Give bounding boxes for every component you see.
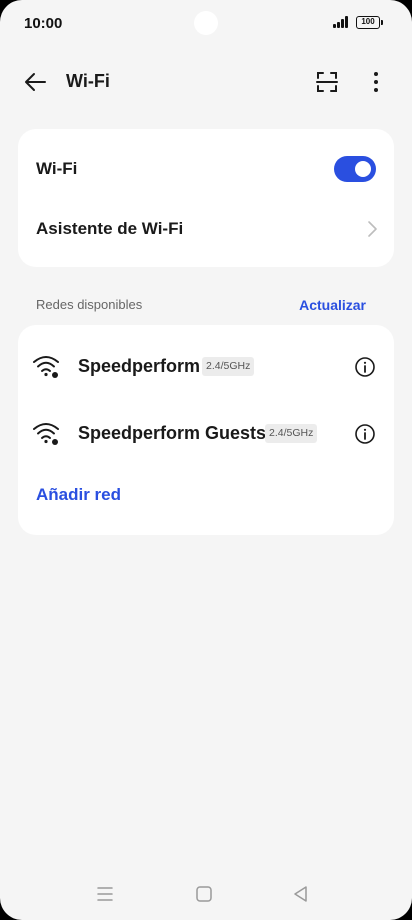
front-camera-cutout <box>194 11 218 35</box>
networks-card: Speedperform 2.4/5GHz Speedperform Guest… <box>18 325 394 535</box>
available-networks-heading: Redes disponibles <box>36 297 143 312</box>
qr-scan-icon <box>316 72 338 92</box>
chevron-right-icon <box>368 221 377 237</box>
arrow-left-icon <box>25 73 46 91</box>
home-icon[interactable] <box>192 882 216 906</box>
info-icon[interactable] <box>354 356 376 378</box>
network-row[interactable]: Speedperform 2.4/5GHz <box>18 337 394 395</box>
wifi-icon <box>33 356 59 378</box>
status-bar: 10:00 100 <box>0 0 412 46</box>
wifi-icon <box>33 423 59 445</box>
page-title: Wi-Fi <box>66 71 110 91</box>
system-navigation-bar <box>0 868 412 920</box>
network-row[interactable]: Speedperform Guests 2.4/5GHz <box>18 404 394 462</box>
wifi-assistant-row[interactable]: Asistente de Wi-Fi <box>18 199 394 259</box>
back-button[interactable] <box>22 68 50 96</box>
network-band-badge: 2.4/5GHz <box>202 357 255 376</box>
toggle-knob <box>355 161 371 177</box>
network-band-badge: 2.4/5GHz <box>265 424 318 443</box>
wifi-settings-card: Wi-Fi Asistente de Wi-Fi <box>18 129 394 267</box>
refresh-button[interactable]: Actualizar <box>299 297 366 313</box>
back-triangle-icon[interactable] <box>289 882 313 906</box>
network-name: Speedperform Guests <box>78 423 267 443</box>
phone-screen: 10:00 100 Wi-Fi Wi-Fi Asistente de Wi-Fi… <box>0 0 412 920</box>
info-icon[interactable] <box>354 423 376 445</box>
network-name: Speedperform <box>78 356 201 376</box>
wifi-toggle-switch[interactable] <box>334 156 376 182</box>
status-time: 10:00 <box>24 15 63 32</box>
menu-icon[interactable] <box>93 882 117 906</box>
scan-qr-button[interactable] <box>313 68 341 96</box>
wifi-assistant-label: Asistente de Wi-Fi <box>36 219 184 238</box>
more-options-button[interactable] <box>362 68 390 96</box>
signal-icon <box>333 16 351 28</box>
add-network-button[interactable]: Añadir red <box>36 485 121 505</box>
wifi-toggle-row[interactable]: Wi-Fi <box>18 139 394 199</box>
more-vertical-icon <box>374 72 378 92</box>
battery-icon: 100 <box>356 16 383 29</box>
wifi-toggle-label: Wi-Fi <box>36 159 78 178</box>
app-header: Wi-Fi <box>0 58 412 106</box>
